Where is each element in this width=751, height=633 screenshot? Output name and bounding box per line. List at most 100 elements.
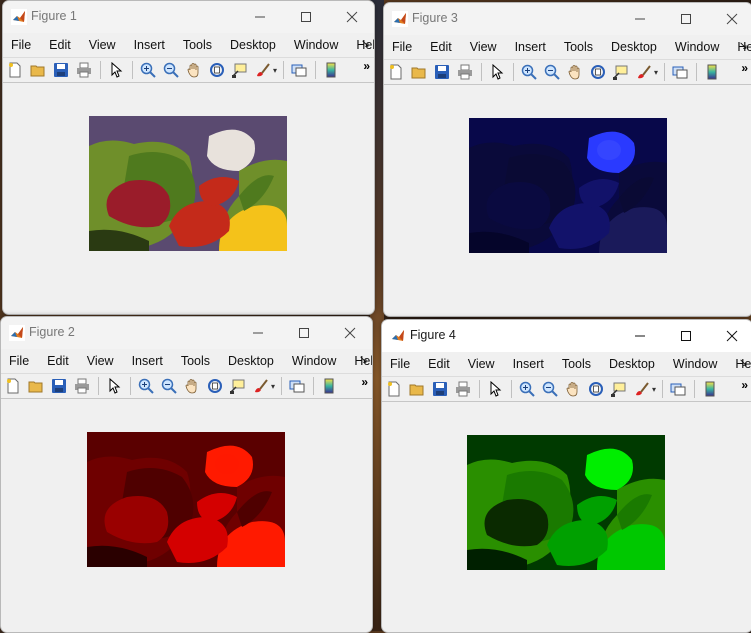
menu-view[interactable]: View bbox=[470, 40, 497, 54]
data-cursor-icon[interactable] bbox=[229, 377, 247, 395]
toolbar-overflow-icon[interactable]: » bbox=[741, 61, 748, 75]
select-arrow-icon[interactable] bbox=[107, 61, 125, 79]
menu-view[interactable]: View bbox=[87, 354, 114, 368]
zoom-out-icon[interactable] bbox=[160, 377, 178, 395]
minimize-button[interactable] bbox=[237, 1, 283, 33]
close-button[interactable] bbox=[327, 317, 372, 349]
menu-tools[interactable]: Tools bbox=[183, 38, 212, 52]
save-icon[interactable] bbox=[50, 377, 68, 395]
menu-desktop[interactable]: Desktop bbox=[611, 40, 657, 54]
open-file-icon[interactable] bbox=[27, 377, 45, 395]
data-cursor-icon[interactable] bbox=[612, 63, 630, 81]
menu-window[interactable]: Window bbox=[292, 354, 336, 368]
brush-dropdown-icon[interactable]: ▾ bbox=[652, 385, 656, 394]
menu-edit[interactable]: Edit bbox=[49, 38, 71, 52]
zoom-in-icon[interactable] bbox=[520, 63, 538, 81]
close-button[interactable] bbox=[329, 1, 374, 33]
save-icon[interactable] bbox=[431, 380, 449, 398]
brush-dropdown-icon[interactable]: ▾ bbox=[271, 382, 275, 391]
save-icon[interactable] bbox=[433, 63, 451, 81]
close-button[interactable] bbox=[709, 320, 751, 352]
open-file-icon[interactable] bbox=[408, 380, 426, 398]
zoom-in-icon[interactable] bbox=[518, 380, 536, 398]
menu-insert[interactable]: Insert bbox=[515, 40, 546, 54]
menu-file[interactable]: File bbox=[390, 357, 410, 371]
menu-desktop[interactable]: Desktop bbox=[228, 354, 274, 368]
brush-icon[interactable] bbox=[635, 63, 653, 81]
brush-icon[interactable] bbox=[254, 61, 272, 79]
maximize-button[interactable] bbox=[663, 3, 709, 35]
data-cursor-icon[interactable] bbox=[610, 380, 628, 398]
new-figure-icon[interactable] bbox=[385, 380, 403, 398]
menu-edit[interactable]: Edit bbox=[428, 357, 450, 371]
menu-overflow-icon[interactable]: ↘ bbox=[359, 353, 368, 366]
pan-hand-icon[interactable] bbox=[185, 61, 203, 79]
brush-dropdown-icon[interactable]: ▾ bbox=[654, 68, 658, 77]
maximize-button[interactable] bbox=[281, 317, 327, 349]
link-plot-icon[interactable] bbox=[669, 380, 687, 398]
menu-edit[interactable]: Edit bbox=[47, 354, 69, 368]
print-icon[interactable] bbox=[73, 377, 91, 395]
link-plot-icon[interactable] bbox=[671, 63, 689, 81]
image-axes[interactable] bbox=[467, 435, 665, 570]
open-file-icon[interactable] bbox=[29, 61, 47, 79]
new-figure-icon[interactable] bbox=[6, 61, 24, 79]
figure-window-4[interactable]: Figure 4 File Edit View Insert Tools Desktop W… bbox=[381, 319, 751, 633]
image-axes[interactable] bbox=[469, 118, 667, 253]
menu-insert[interactable]: Insert bbox=[134, 38, 165, 52]
pan-hand-icon[interactable] bbox=[566, 63, 584, 81]
colorbar-icon[interactable] bbox=[701, 380, 719, 398]
menu-view[interactable]: View bbox=[468, 357, 495, 371]
menu-tools[interactable]: Tools bbox=[564, 40, 593, 54]
menu-overflow-icon[interactable]: ↘ bbox=[739, 356, 748, 369]
open-file-icon[interactable] bbox=[410, 63, 428, 81]
zoom-out-icon[interactable] bbox=[162, 61, 180, 79]
close-button[interactable] bbox=[709, 3, 751, 35]
maximize-button[interactable] bbox=[283, 1, 329, 33]
pan-hand-icon[interactable] bbox=[564, 380, 582, 398]
select-arrow-icon[interactable] bbox=[488, 63, 506, 81]
menu-overflow-icon[interactable]: ↘ bbox=[361, 37, 370, 50]
toolbar-overflow-icon[interactable]: » bbox=[361, 375, 368, 389]
menu-window[interactable]: Window bbox=[673, 357, 717, 371]
colorbar-icon[interactable] bbox=[320, 377, 338, 395]
print-icon[interactable] bbox=[454, 380, 472, 398]
zoom-out-icon[interactable] bbox=[541, 380, 559, 398]
select-arrow-icon[interactable] bbox=[486, 380, 504, 398]
figure-window-2[interactable]: Figure 2 File Edit View Insert Tools Desktop W… bbox=[0, 316, 373, 633]
menu-tools[interactable]: Tools bbox=[562, 357, 591, 371]
brush-dropdown-icon[interactable]: ▾ bbox=[273, 66, 277, 75]
menu-view[interactable]: View bbox=[89, 38, 116, 52]
zoom-in-icon[interactable] bbox=[137, 377, 155, 395]
menu-window[interactable]: Window bbox=[294, 38, 338, 52]
title-bar[interactable]: Figure 2 bbox=[1, 317, 372, 349]
link-plot-icon[interactable] bbox=[288, 377, 306, 395]
title-bar[interactable]: Figure 4 bbox=[382, 320, 751, 352]
menu-tools[interactable]: Tools bbox=[181, 354, 210, 368]
menu-edit[interactable]: Edit bbox=[430, 40, 452, 54]
zoom-out-icon[interactable] bbox=[543, 63, 561, 81]
minimize-button[interactable] bbox=[617, 320, 663, 352]
image-axes[interactable] bbox=[87, 432, 285, 567]
colorbar-icon[interactable] bbox=[322, 61, 340, 79]
rotate-3d-icon[interactable] bbox=[208, 61, 226, 79]
menu-overflow-icon[interactable]: ↘ bbox=[739, 39, 748, 52]
link-plot-icon[interactable] bbox=[290, 61, 308, 79]
title-bar[interactable]: Figure 3 bbox=[384, 3, 751, 35]
menu-insert[interactable]: Insert bbox=[513, 357, 544, 371]
menu-desktop[interactable]: Desktop bbox=[609, 357, 655, 371]
menu-file[interactable]: File bbox=[392, 40, 412, 54]
toolbar-overflow-icon[interactable]: » bbox=[363, 59, 370, 73]
new-figure-icon[interactable] bbox=[387, 63, 405, 81]
rotate-3d-icon[interactable] bbox=[589, 63, 607, 81]
print-icon[interactable] bbox=[75, 61, 93, 79]
rotate-3d-icon[interactable] bbox=[587, 380, 605, 398]
brush-icon[interactable] bbox=[633, 380, 651, 398]
save-icon[interactable] bbox=[52, 61, 70, 79]
title-bar[interactable]: Figure 1 bbox=[3, 1, 374, 33]
pan-hand-icon[interactable] bbox=[183, 377, 201, 395]
menu-insert[interactable]: Insert bbox=[132, 354, 163, 368]
menu-window[interactable]: Window bbox=[675, 40, 719, 54]
toolbar-overflow-icon[interactable]: » bbox=[741, 378, 748, 392]
zoom-in-icon[interactable] bbox=[139, 61, 157, 79]
